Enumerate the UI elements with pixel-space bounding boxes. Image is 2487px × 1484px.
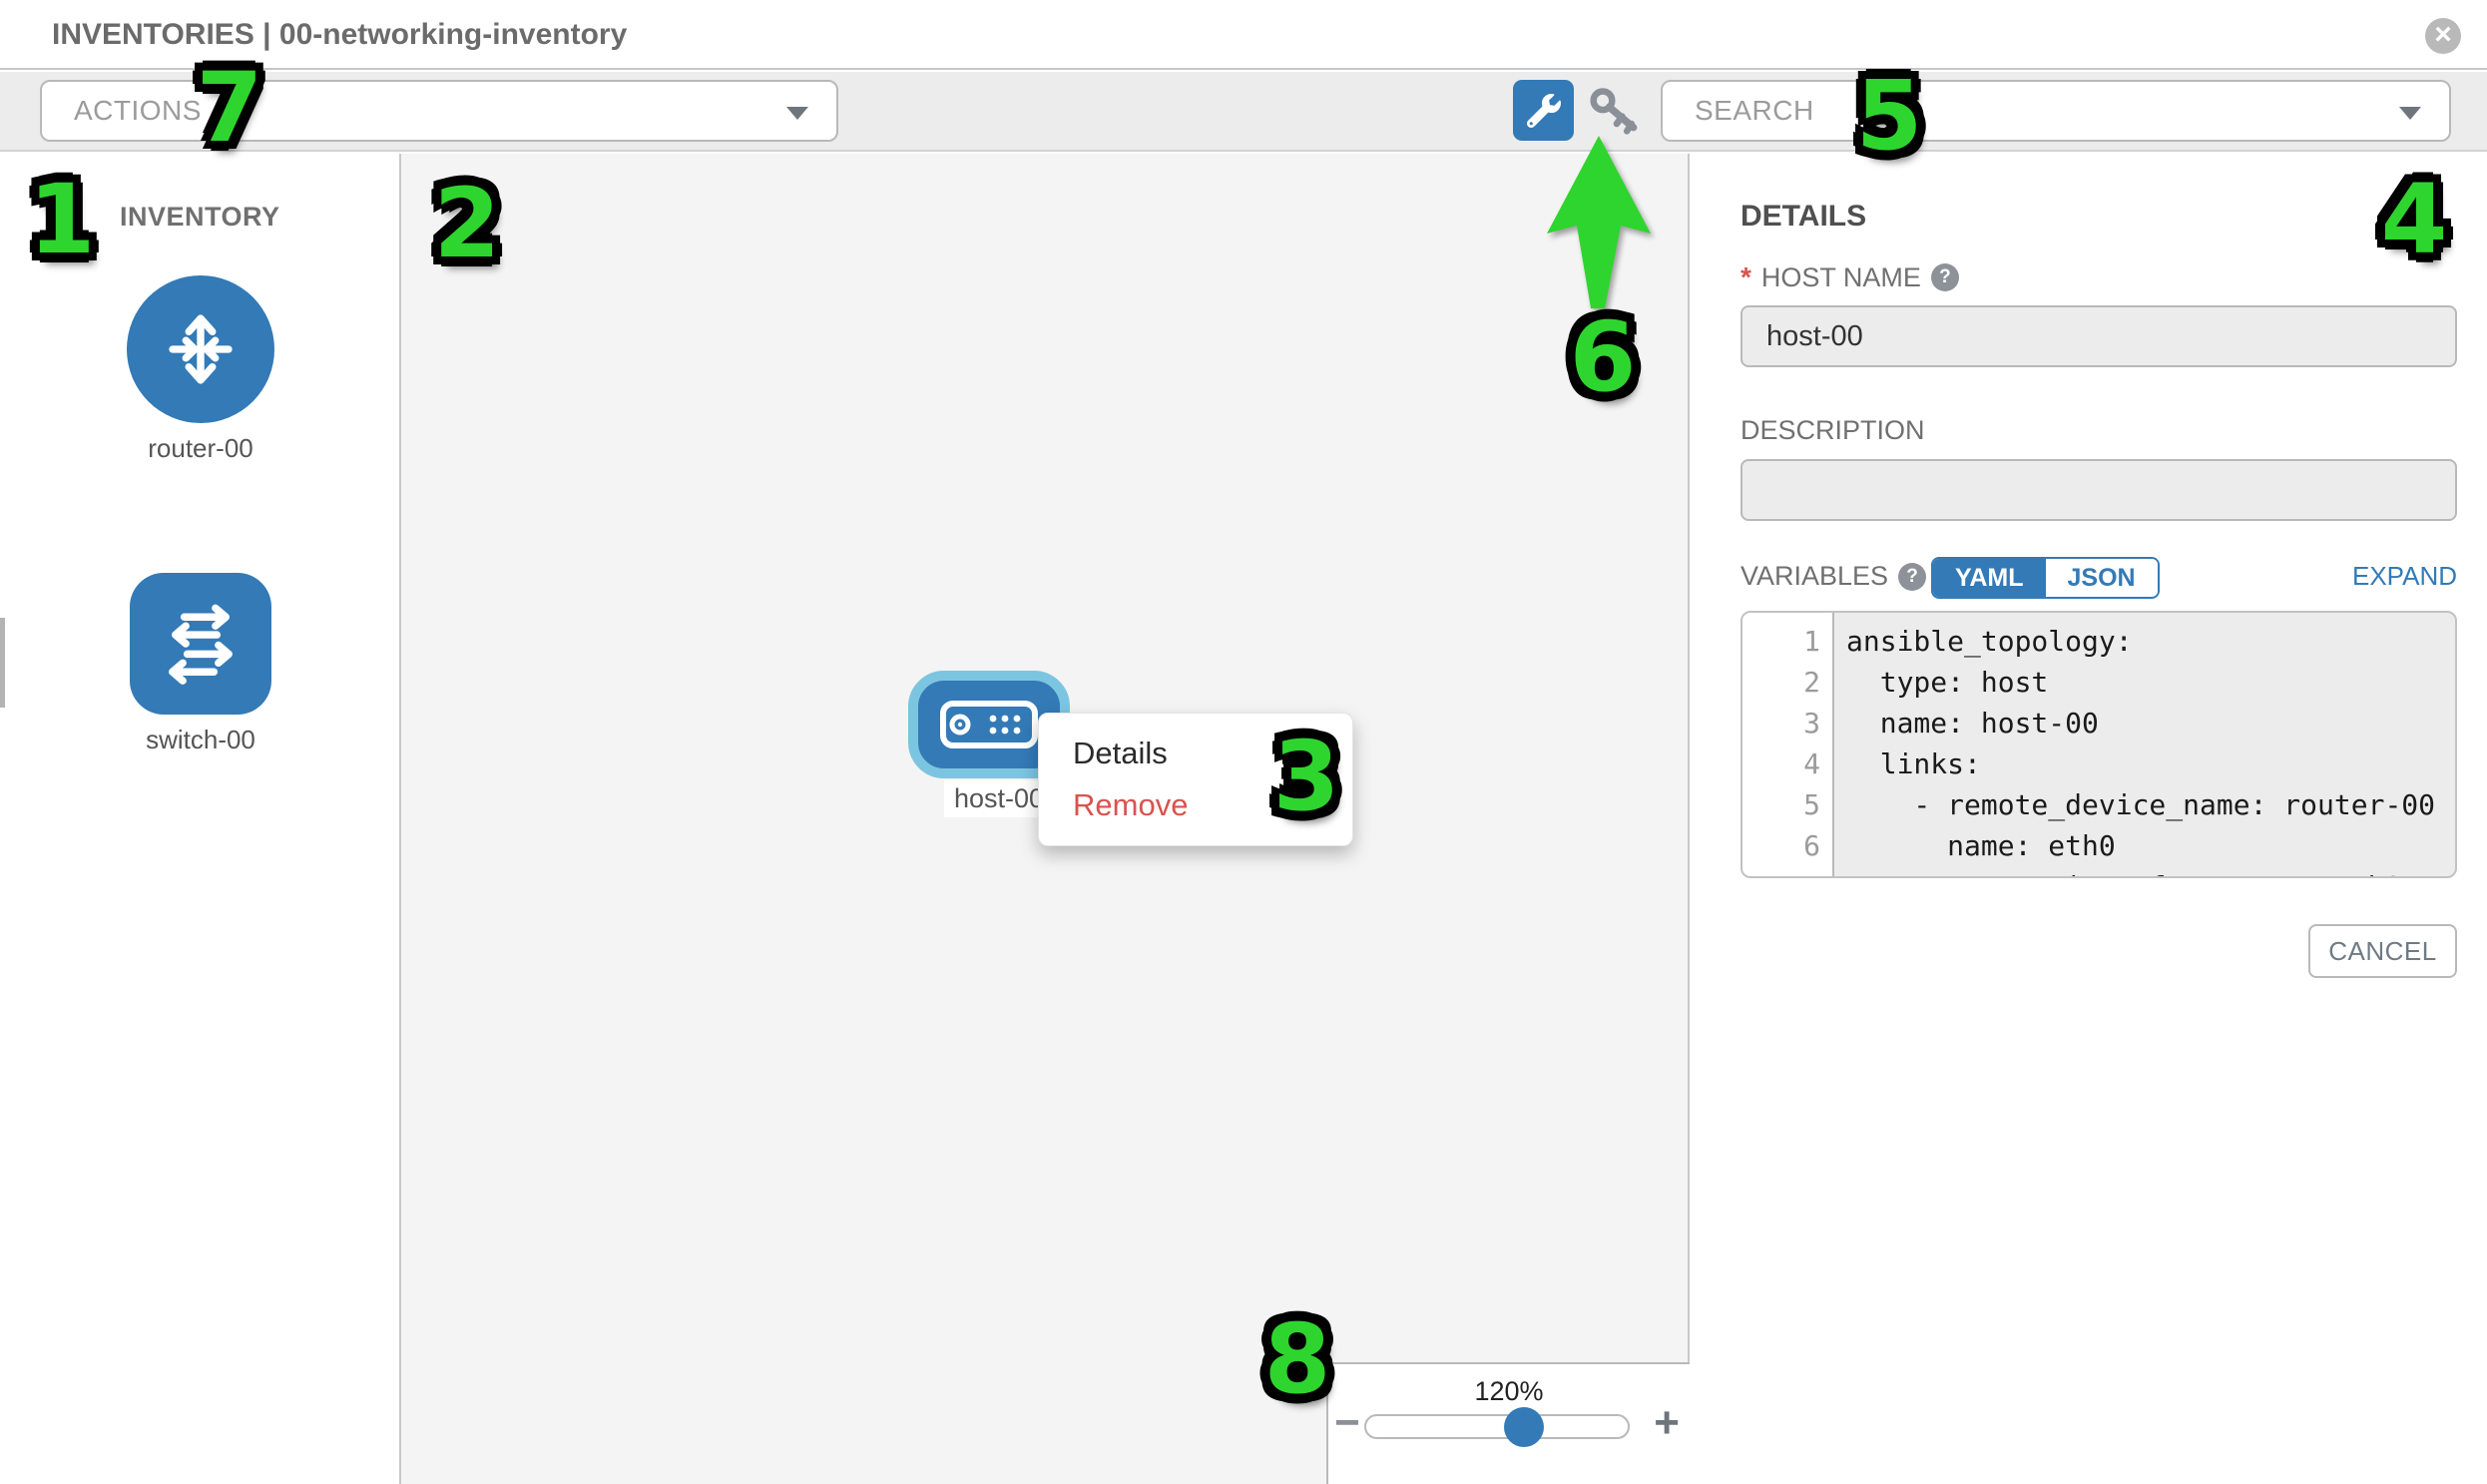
host-name-input[interactable] [1741, 305, 2457, 367]
line-number: 6 [1742, 825, 1832, 866]
zoom-control-panel: 120% − + [1326, 1362, 1690, 1484]
key-icon [1588, 85, 1644, 137]
palette-node-label: router-00 [0, 433, 401, 464]
chevron-down-icon [786, 107, 808, 120]
close-icon[interactable]: × [2425, 18, 2461, 54]
code-line: ansible_topology: [1846, 621, 2455, 662]
code-line: name: eth0 [1846, 825, 2455, 866]
configure-tools-button[interactable] [1513, 80, 1574, 141]
router-icon [127, 275, 274, 423]
description-input[interactable] [1741, 459, 2457, 521]
zoom-level-value: 120% [1328, 1376, 1690, 1407]
code-line: - remote_device_name: router-00 [1846, 784, 2455, 825]
line-number: 3 [1742, 703, 1832, 743]
line-number: 7 [1742, 866, 1832, 878]
editor-line-numbers: 1 2 3 4 5 6 7 [1742, 613, 1834, 876]
help-icon[interactable]: ? [1898, 563, 1926, 591]
variables-label: VARIABLES [1741, 561, 1888, 592]
menu-item-remove[interactable]: Remove [1073, 783, 1352, 835]
details-panel-title: DETAILS [1741, 200, 1866, 234]
search-dropdown-label: SEARCH [1695, 95, 1814, 127]
details-panel: DETAILS * HOST NAME ? DESCRIPTION VARIAB… [1692, 154, 2487, 1484]
expand-link[interactable]: EXPAND [2352, 561, 2457, 592]
toolbar: ACTIONS SEARCH [0, 72, 2487, 152]
required-marker: * [1741, 261, 1751, 293]
line-number: 1 [1742, 621, 1832, 662]
variables-format-toggle: YAML JSON [1931, 557, 2160, 599]
node-context-menu: Details Remove [1038, 713, 1353, 846]
sidebar-edge-notch [0, 618, 5, 708]
zoom-in-button[interactable]: + [1654, 1398, 1680, 1448]
sidebar-item-router[interactable]: router-00 [0, 275, 401, 464]
page-title: INVENTORIES | 00-networking-inventory [52, 18, 627, 52]
switch-icon [130, 573, 271, 715]
host-name-label-row: * HOST NAME ? [1741, 261, 1959, 293]
chevron-down-icon [2399, 107, 2421, 120]
help-icon[interactable]: ? [1931, 263, 1959, 291]
zoom-slider-track[interactable] [1364, 1414, 1630, 1439]
actions-dropdown-label: ACTIONS [74, 95, 202, 127]
inventory-topology-page: INVENTORIES | 00-networking-inventory × … [0, 0, 2487, 1484]
inventory-sidebar: INVENTORY router-00 [0, 154, 401, 1484]
code-line: type: host [1846, 662, 2455, 703]
json-toggle-button[interactable]: JSON [2046, 559, 2158, 597]
sidebar-title: INVENTORY [120, 202, 280, 233]
topology-canvas[interactable]: host-00 Details Remove 120% − + [401, 154, 1690, 1484]
palette-node-label: switch-00 [0, 725, 401, 755]
zoom-slider-thumb[interactable] [1504, 1407, 1544, 1447]
code-line: remote_interface_name: eth0 [1846, 866, 2455, 878]
description-label: DESCRIPTION [1741, 415, 1925, 446]
actions-dropdown[interactable]: ACTIONS [40, 80, 838, 142]
line-number: 5 [1742, 784, 1832, 825]
wrench-icon [1527, 94, 1561, 128]
variables-label-row: VARIABLES ? [1741, 561, 1926, 592]
description-label-row: DESCRIPTION [1741, 415, 1925, 446]
code-line: name: host-00 [1846, 703, 2455, 743]
host-name-label: HOST NAME [1761, 262, 1921, 293]
line-number: 4 [1742, 743, 1832, 784]
editor-code-area[interactable]: ansible_topology: type: host name: host-… [1834, 613, 2455, 876]
yaml-toggle-button[interactable]: YAML [1933, 559, 2046, 597]
line-number: 2 [1742, 662, 1832, 703]
menu-item-details[interactable]: Details [1073, 732, 1352, 783]
code-line: links: [1846, 743, 2455, 784]
variables-code-editor[interactable]: 1 2 3 4 5 6 7 ansible_topology: type: ho… [1741, 611, 2457, 878]
key-credentials-button[interactable] [1587, 84, 1645, 138]
header-bar: INVENTORIES | 00-networking-inventory × [0, 0, 2487, 70]
host-server-icon [939, 699, 1039, 750]
zoom-out-button[interactable]: − [1334, 1398, 1360, 1448]
cancel-button[interactable]: CANCEL [2308, 924, 2457, 978]
search-dropdown[interactable]: SEARCH [1661, 80, 2451, 142]
sidebar-item-switch[interactable]: switch-00 [0, 573, 401, 755]
